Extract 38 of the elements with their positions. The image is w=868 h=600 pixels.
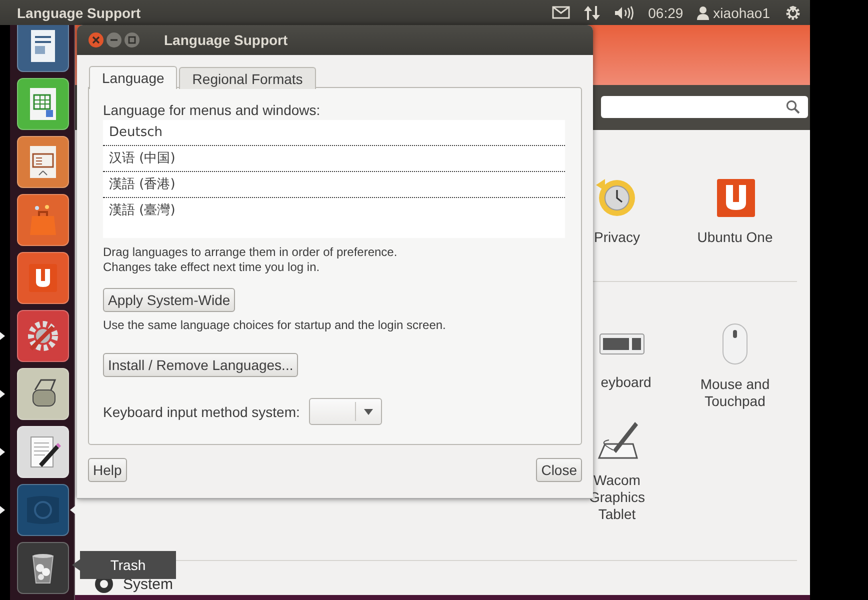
- search-field[interactable]: [601, 96, 808, 118]
- hint-text: Use the same language choices for startup and the login screen.: [103, 318, 446, 333]
- user-name[interactable]: xiaohao1: [713, 4, 770, 20]
- mail-icon[interactable]: [552, 6, 570, 19]
- tab[interactable]: Language: [89, 66, 178, 89]
- window-title: Language Support: [164, 32, 288, 48]
- apply-button[interactable]: Apply System-Wide: [103, 288, 236, 312]
- window-title: Language Support: [17, 4, 141, 20]
- input-method-dropdown[interactable]: [308, 398, 382, 425]
- volume-icon[interactable]: [614, 6, 634, 20]
- launcher-item[interactable]: [17, 368, 69, 420]
- search-icon: [786, 100, 800, 114]
- settings-item-label[interactable]: Mouse and Touchpad: [691, 376, 779, 410]
- language-item[interactable]: 漢語 (香港): [103, 172, 565, 198]
- language-item[interactable]: 漢語 (臺灣): [103, 198, 565, 224]
- maximize-button[interactable]: [124, 32, 140, 48]
- gear-wrench-icon: [25, 318, 61, 354]
- close-button[interactable]: [88, 32, 104, 48]
- input-method-label: Keyboard input method system:: [103, 404, 300, 420]
- hint-text: Changes take effect next time you log in.: [103, 260, 320, 275]
- user-icon[interactable]: [697, 6, 710, 20]
- install-button[interactable]: Install / Remove Languages...: [103, 353, 298, 377]
- list-label: Language for menus and windows:: [103, 102, 320, 118]
- minimize-button[interactable]: [106, 32, 122, 48]
- network-arrows-icon[interactable]: [584, 4, 600, 20]
- settings-item-label[interactable]: Ubuntu One: [691, 228, 779, 246]
- close-button[interactable]: Close: [536, 458, 582, 482]
- caret-icon: [364, 408, 373, 414]
- tooltip: Trash: [72, 551, 176, 579]
- gear-icon[interactable]: [784, 4, 802, 22]
- language-item[interactable]: 汉语 (中国): [103, 146, 565, 172]
- launcher-item[interactable]: [17, 542, 69, 594]
- language-item[interactable]: Deutsch: [103, 120, 565, 146]
- hint-text: Drag languages to arrange them in order of preference.: [103, 245, 398, 260]
- clock[interactable]: 06:29: [648, 4, 684, 20]
- tab[interactable]: Regional Formats: [179, 67, 316, 89]
- help-button[interactable]: Help: [88, 458, 127, 482]
- launcher-item[interactable]: [17, 426, 69, 478]
